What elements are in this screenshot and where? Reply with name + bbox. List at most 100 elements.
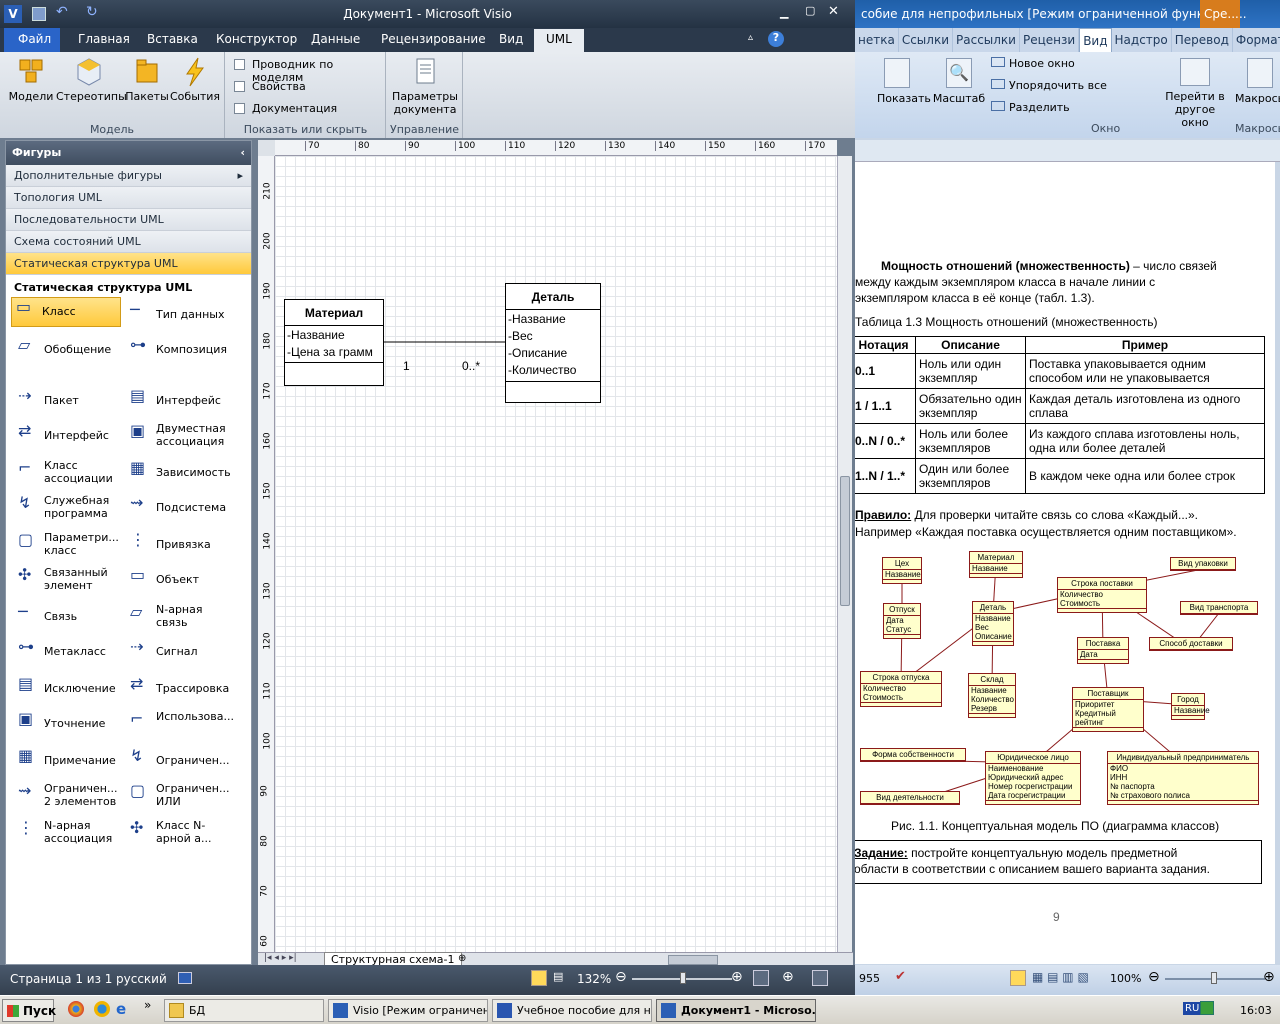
chrome-icon[interactable] — [68, 1001, 84, 1017]
shape-item[interactable]: ▭ Класс — [11, 297, 121, 327]
stencil-uml-static-structure[interactable]: Статическая структура UML — [6, 253, 251, 275]
packages-button[interactable]: Пакеты — [124, 56, 170, 103]
stereotypes-button[interactable]: Стереотипы — [56, 56, 127, 103]
maximize-button[interactable]: ▢ — [805, 4, 815, 17]
events-button[interactable]: События — [170, 56, 220, 103]
word-zoom-out-icon[interactable]: ⊖ — [1148, 969, 1160, 985]
tray-icon[interactable] — [1200, 1001, 1214, 1015]
macro-record-icon[interactable] — [178, 972, 192, 984]
pan-zoom-icon[interactable]: ⊕ — [782, 969, 794, 985]
shape-item[interactable]: ▢ Ограничен... ИЛИ — [126, 782, 236, 814]
shape-item[interactable]: ⊶ Метакласс — [14, 638, 124, 670]
print-layout-icon[interactable] — [1010, 970, 1026, 986]
stencil-uml-statechart[interactable]: Схема состояний UML — [6, 231, 251, 253]
zoom-out-icon[interactable]: ⊖ — [615, 969, 627, 985]
models-button[interactable]: Модели — [8, 56, 54, 103]
word-zoom-level[interactable]: 100% — [1110, 972, 1141, 985]
word-zoom-in-icon[interactable]: ⊕ — [1263, 969, 1275, 985]
tab-insert[interactable]: Вставка — [147, 32, 198, 46]
ie-icon[interactable]: e — [116, 1000, 126, 1018]
ribbon-collapse-icon[interactable]: ▵ — [748, 32, 753, 43]
taskbar-item-visio[interactable]: Visio [Режим ограничен... — [328, 999, 488, 1022]
document-settings-button[interactable]: Параметры документа — [391, 56, 459, 116]
quicklaunch-more-icon[interactable]: » — [144, 998, 151, 1012]
shape-item[interactable]: ─ Связь — [14, 603, 124, 635]
zoom-in-icon[interactable]: ⊕ — [731, 969, 743, 985]
status-language[interactable]: русский — [116, 972, 167, 986]
split-button[interactable]: Разделить — [991, 101, 1070, 114]
word-page[interactable]: Мощность отношений (множественность) – ч… — [855, 162, 1275, 964]
shape-item[interactable]: ⇝ Подсистема — [126, 494, 236, 526]
taskbar-item-bd[interactable]: БД — [164, 999, 324, 1022]
macros-button[interactable]: Макросы — [1235, 58, 1280, 105]
shape-item[interactable]: ▱ Обобщение — [14, 336, 124, 368]
collapse-panel-icon[interactable]: ‹ — [240, 146, 245, 159]
proofing-icon[interactable]: ✔ — [895, 969, 906, 984]
shape-item[interactable]: ▣ Двуместная ассоциация — [126, 422, 236, 454]
tab-design[interactable]: Конструктор — [216, 32, 297, 46]
tab-view[interactable]: Вид — [1079, 28, 1112, 52]
shape-item[interactable]: ▱ N-арная связь — [126, 603, 236, 635]
zoom-level[interactable]: 132% — [577, 972, 611, 986]
start-button[interactable]: Пуск — [2, 999, 56, 1022]
shape-item[interactable]: ⇢ Пакет — [14, 387, 124, 419]
tab-references[interactable]: Ссылки — [899, 28, 953, 52]
tab-translate[interactable]: Перевод — [1172, 28, 1233, 52]
page-nav-icons[interactable]: |◂ ◂ ▸ ▸| — [264, 953, 297, 963]
taskbar-item-document1[interactable]: Документ1 - Microso... — [656, 999, 816, 1022]
shape-item[interactable]: ▦ Зависимость — [126, 459, 236, 491]
stencil-uml-sequence[interactable]: Последовательности UML — [6, 209, 251, 231]
taskbar-item-word[interactable]: Учебное пособие для н... — [492, 999, 652, 1022]
vertical-scrollbar[interactable] — [837, 156, 852, 952]
tab-uml[interactable]: UML — [534, 29, 584, 52]
fit-page-icon[interactable] — [753, 970, 769, 986]
shape-item[interactable]: ▢ Параметри... класс — [14, 531, 124, 563]
horizontal-scrollbar-thumb[interactable] — [668, 955, 718, 965]
zoom-button[interactable]: 🔍 Масштаб — [931, 58, 987, 105]
tab-page-layout[interactable]: нетка — [855, 28, 899, 52]
new-window-button[interactable]: Новое окно — [991, 57, 1075, 70]
stencil-uml-topology[interactable]: Топология UML — [6, 187, 251, 209]
class-detail[interactable]: Деталь -Название -Вес -Описание -Количес… — [505, 283, 601, 403]
presentation-icon[interactable]: ▤ — [553, 970, 563, 983]
help-icon[interactable]: ? — [768, 31, 784, 47]
arrange-all-button[interactable]: Упорядочить все — [991, 79, 1107, 92]
shape-item[interactable]: ⊶ Композиция — [126, 336, 236, 368]
view-buttons-icon[interactable]: ▦ ▤ ▥ ▧ — [1032, 970, 1089, 984]
shape-item[interactable]: ⇢ Сигнал — [126, 638, 236, 670]
tab-file[interactable]: Файл — [4, 28, 60, 52]
shape-item[interactable]: ⇝ Ограничен... 2 элементов — [14, 782, 124, 814]
shape-item[interactable]: ▦ Примечание — [14, 747, 124, 779]
tab-mailings[interactable]: Рассылки — [953, 28, 1020, 52]
status-page[interactable]: Страница 1 из 1 — [10, 972, 112, 986]
language-indicator[interactable]: RU — [1183, 1002, 1202, 1015]
full-page-icon[interactable] — [531, 970, 547, 986]
stencil-more-shapes[interactable]: Дополнительные фигуры ▸ — [6, 165, 251, 187]
insert-page-icon[interactable]: ⊕ — [458, 953, 466, 964]
model-explorer-checkbox[interactable] — [234, 59, 245, 70]
shape-item[interactable]: ▤ Исключение — [14, 675, 124, 707]
shape-item[interactable]: ▣ Уточнение — [14, 710, 124, 742]
tab-addins[interactable]: Надстро — [1112, 28, 1172, 52]
show-button[interactable]: Показать — [877, 58, 931, 105]
tab-home[interactable]: Главная — [78, 32, 130, 46]
switch-windows-icon[interactable] — [812, 970, 828, 986]
association-connector[interactable] — [383, 300, 508, 380]
word-count[interactable]: 955 — [859, 972, 880, 985]
shape-item[interactable]: ─ Тип данных — [126, 301, 236, 333]
firefox-icon[interactable] — [94, 1001, 110, 1017]
minimize-button[interactable]: ▁ — [780, 6, 788, 19]
zoom-slider-thumb[interactable] — [680, 972, 686, 984]
shape-item[interactable]: ✣ Связанный элемент — [14, 566, 124, 598]
shape-item[interactable]: ↯ Служебная программа — [14, 494, 124, 526]
tab-view[interactable]: Вид — [499, 32, 523, 46]
documentation-checkbox[interactable] — [234, 103, 245, 114]
shape-item[interactable]: ⇄ Трассировка — [126, 675, 236, 707]
tab-review[interactable]: Рецензи — [1020, 28, 1080, 52]
word-zoom-thumb[interactable] — [1211, 972, 1217, 984]
shape-item[interactable]: ▤ Интерфейс — [126, 387, 236, 419]
tab-review[interactable]: Рецензирование — [381, 32, 486, 46]
shape-item[interactable]: ↯ Ограничен... — [126, 747, 236, 779]
shape-item[interactable]: ⌐ Класс ассоциации — [14, 459, 124, 491]
shape-item[interactable]: ▭ Объект — [126, 566, 236, 598]
